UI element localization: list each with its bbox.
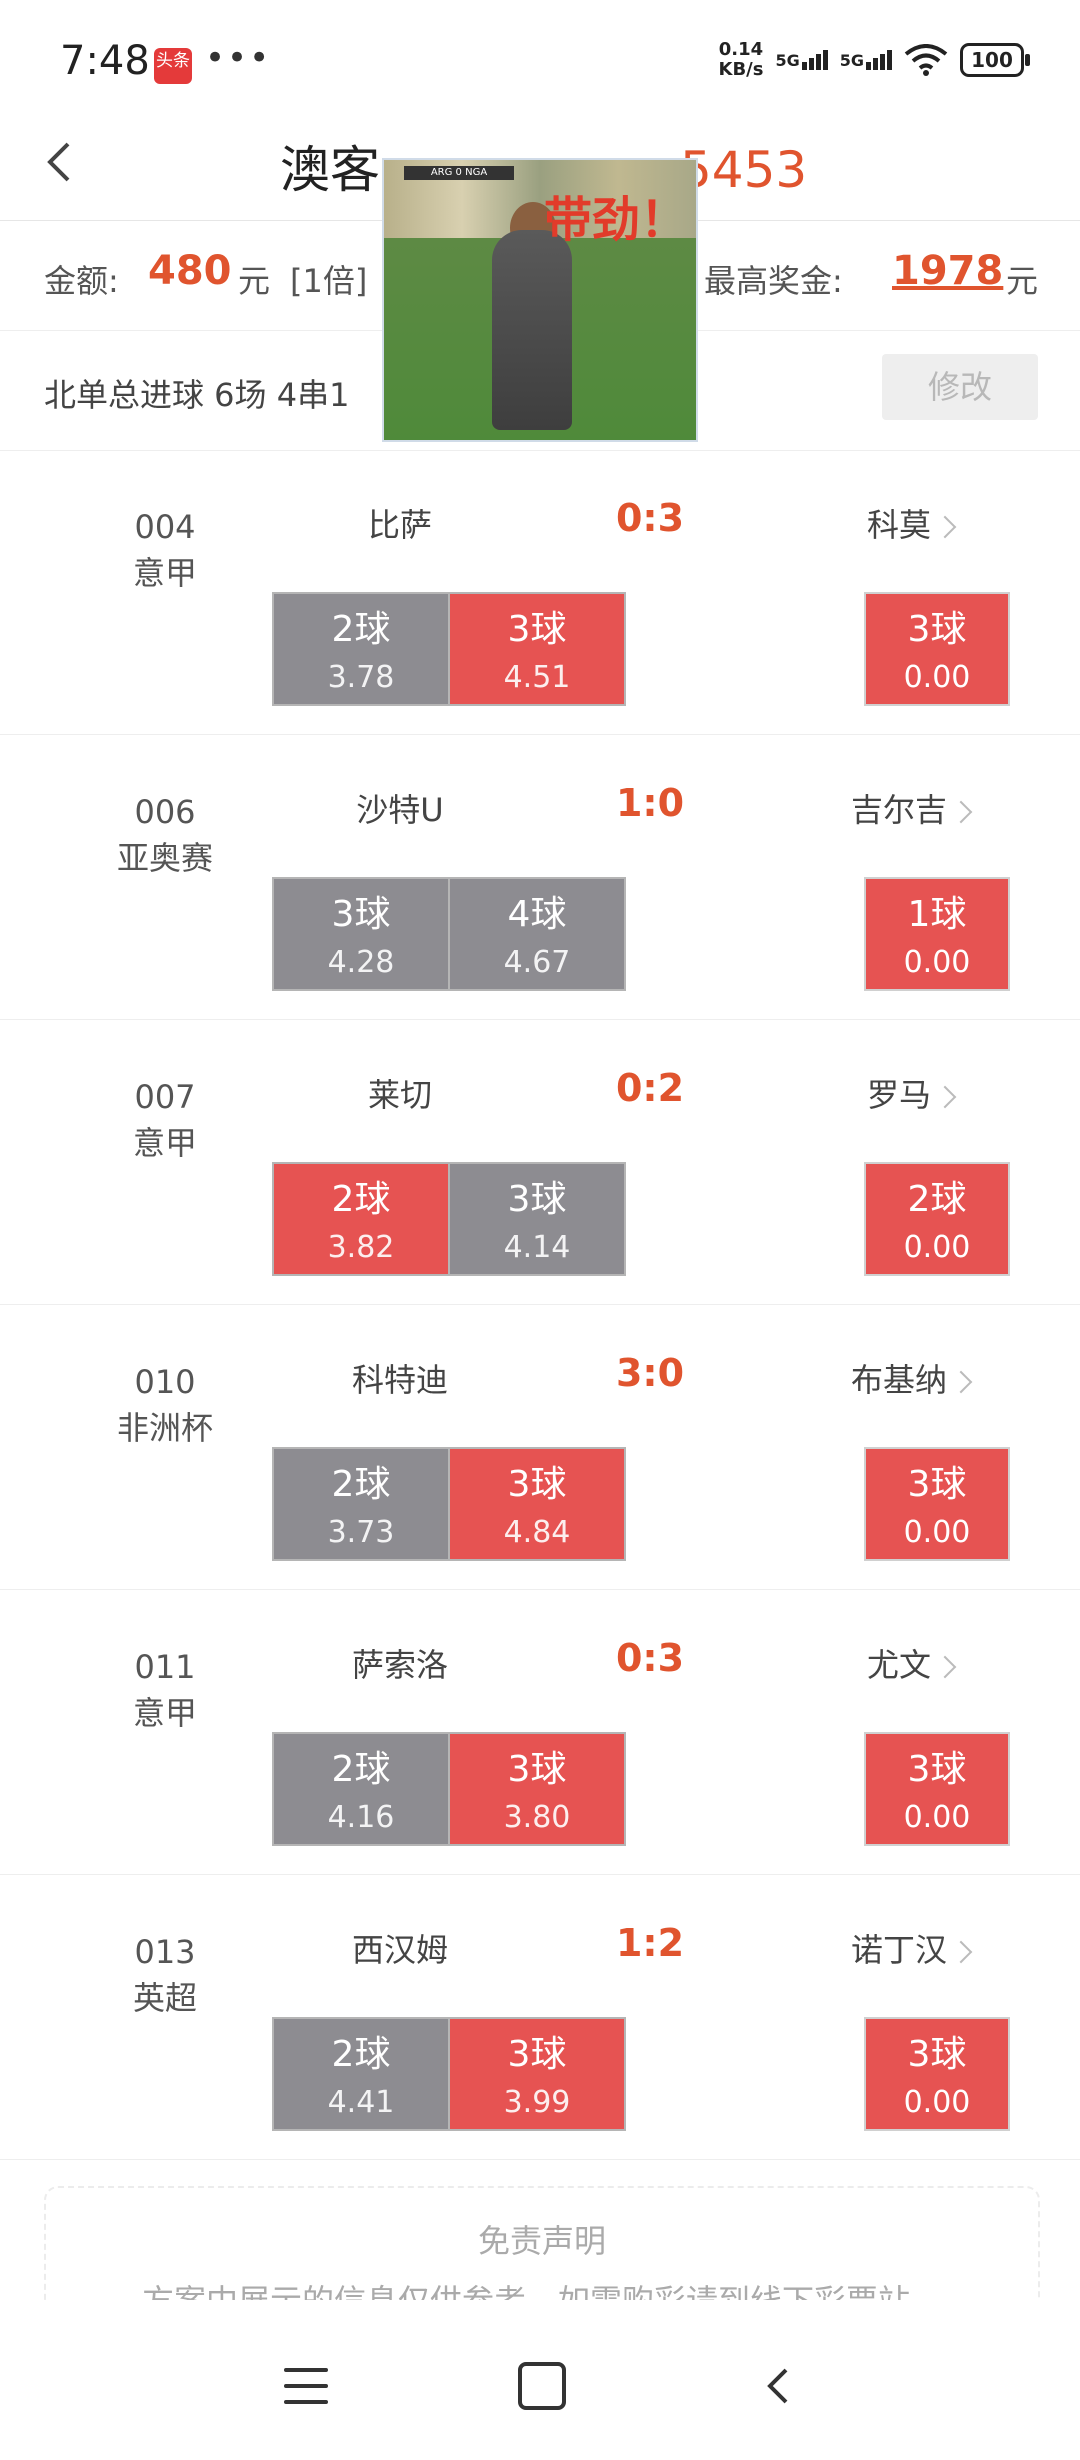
floating-video-overlay[interactable]: ARG 0 NGA 带劲！ [382,158,698,442]
chevron-right-icon [949,1940,973,1964]
signal-sim2-icon: 5G [840,50,892,70]
page-header: 澳客 5453 ARG 0 NGA 带劲！ [0,110,1080,442]
away-team-link[interactable]: 罗马 [820,1070,1000,1116]
toutiao-app-icon: 头条 [154,48,192,84]
recent-apps-button[interactable] [284,2368,328,2408]
max-prize-unit: 元 [1006,262,1039,300]
match-row: 007 意甲 莱切 0:2 罗马 2球 3.82 3球 4.14 2球 0.00 [0,1020,1080,1305]
match-number: 006 [134,793,196,831]
match-league: 非洲杯 [116,1409,213,1447]
signal-sim1-icon: 5G [775,50,828,70]
match-row: 006 亚奥赛 沙特U 1:0 吉尔吉 3球 4.28 4球 4.67 1球 0.00 [0,735,1080,1020]
goal-option: 3球 4.14 [448,1162,626,1276]
match-number: 007 [134,1078,196,1116]
system-back-button[interactable] [760,2366,800,2406]
chevron-right-icon [949,800,973,824]
away-team-link[interactable]: 布基纳 [820,1355,1000,1401]
match-league: 亚奥赛 [116,839,213,877]
match-row: 010 非洲杯 科特迪 3:0 布基纳 2球 3.73 3球 4.84 3球 0.00 [0,1305,1080,1590]
status-bar: 7:48 头条 ••• 0.14 KB/s 5G 5G 100 [0,0,1080,120]
away-team-link[interactable]: 诺丁汉 [820,1925,1000,1971]
goal-option: 3球 4.28 [272,877,450,991]
modify-button[interactable]: 修改 [882,354,1038,420]
away-team-link[interactable]: 科莫 [820,500,1000,546]
video-caption: 带劲！ [544,192,689,248]
goal-option: 2球 3.78 [272,592,450,706]
title-number: 5453 [680,141,808,199]
home-button[interactable] [518,2362,566,2410]
match-league: 意甲 [132,1694,197,1732]
match-result: 3球 0.00 [864,2017,1010,2131]
match-score: 1:2 [615,1921,685,1965]
match-score: 0:2 [615,1066,685,1110]
away-team-link[interactable]: 吉尔吉 [820,785,1000,831]
goal-option-selected: 3球 4.51 [448,592,626,706]
match-score: 0:3 [615,496,685,540]
play-type: 北单总进球 6场 4串1 [44,376,350,414]
goal-option: 4球 4.67 [448,877,626,991]
away-team-link[interactable]: 尤文 [820,1640,1000,1686]
match-score: 1:0 [615,781,685,825]
more-notifications-icon: ••• [205,38,272,78]
amount-value: 480 [148,248,232,294]
match-league: 英超 [132,1979,197,2017]
home-team: 科特迪 [351,1361,448,1399]
home-team: 莱切 [367,1076,432,1114]
match-number: 011 [134,1648,196,1686]
network-speed: 0.14 KB/s [718,39,764,80]
match-score: 0:3 [615,1636,685,1680]
disclaimer-title: 免责声明 [477,2222,606,2260]
wifi-icon [904,44,948,76]
amount-unit: 元 [238,262,271,300]
goal-option-selected: 2球 3.82 [272,1162,450,1276]
match-result: 2球 0.00 [864,1162,1010,1276]
goal-option: 2球 3.73 [272,1447,450,1561]
max-prize-label: 最高奖金: [704,262,843,300]
back-button[interactable] [30,132,90,192]
goal-option: 2球 4.41 [272,2017,450,2131]
chevron-right-icon [933,1655,957,1679]
match-result: 1球 0.00 [864,877,1010,991]
match-league: 意甲 [132,1124,197,1162]
goal-option-selected: 3球 4.84 [448,1447,626,1561]
max-prize-value[interactable]: 1978 [892,248,1003,294]
match-score: 3:0 [615,1351,685,1395]
home-team: 萨索洛 [351,1646,448,1684]
match-number: 010 [134,1363,196,1401]
amount-label: 金额: [44,262,119,300]
home-team: 西汉姆 [351,1931,448,1969]
home-team: 比萨 [367,506,432,544]
match-row: 011 意甲 萨索洛 0:3 尤文 2球 4.16 3球 3.80 3球 0.00 [0,1590,1080,1875]
match-result: 3球 0.00 [864,1447,1010,1561]
system-nav-bar [0,2300,1080,2460]
chevron-right-icon [933,1085,957,1109]
goal-option: 2球 4.16 [272,1732,450,1846]
video-person [492,230,572,430]
match-number: 013 [134,1933,196,1971]
match-result: 3球 0.00 [864,592,1010,706]
battery-icon: 100 [960,43,1030,77]
chevron-right-icon [949,1370,973,1394]
chevron-right-icon [933,515,957,539]
match-row: 004 意甲 比萨 0:3 科莫 2球 3.78 3球 4.51 3球 0.00 [0,450,1080,735]
multiplier: [1倍] [290,262,368,300]
match-number: 004 [134,508,196,546]
home-team: 沙特U [356,791,444,829]
status-icons: 0.14 KB/s 5G 5G 100 [718,39,1030,80]
match-row: 013 英超 西汉姆 1:2 诺丁汉 2球 4.41 3球 3.99 3球 0.00 [0,1875,1080,2160]
match-league: 意甲 [132,554,197,592]
goal-option-selected: 3球 3.80 [448,1732,626,1846]
video-scoreboard: ARG 0 NGA [404,166,514,180]
status-time: 7:48 [60,38,150,84]
goal-option-selected: 3球 3.99 [448,2017,626,2131]
match-result: 3球 0.00 [864,1732,1010,1846]
